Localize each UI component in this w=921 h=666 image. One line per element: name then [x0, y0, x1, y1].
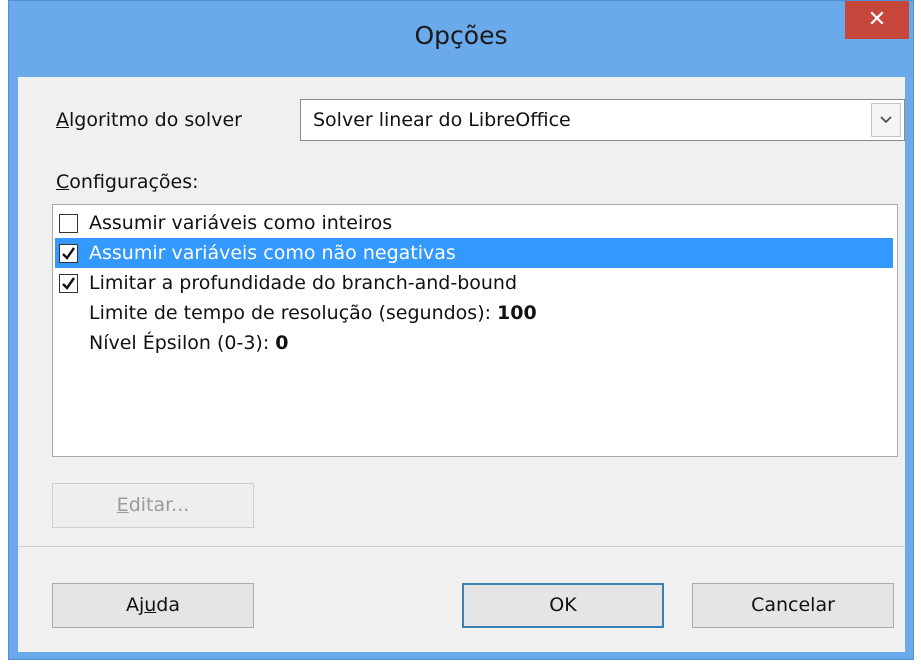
checkbox-checked[interactable] — [59, 244, 78, 263]
option-epsilon-level[interactable]: Nível Épsilon (0-3): 0 — [55, 328, 893, 358]
title-bar[interactable]: Opções ✕ — [9, 1, 913, 77]
option-assume-non-negative[interactable]: Assumir variáveis como não negativas — [55, 238, 893, 268]
cancel-button[interactable]: Cancelar — [692, 583, 894, 628]
settings-label: Configurações: — [56, 171, 199, 193]
help-button[interactable]: Ajuda — [52, 583, 254, 628]
dialog-title: Opções — [414, 21, 508, 50]
option-label: Limite de tempo de resolução (segundos):… — [89, 302, 537, 324]
separator — [18, 546, 905, 547]
solver-algorithm-value: Solver linear do LibreOffice — [313, 109, 571, 131]
close-button[interactable]: ✕ — [845, 1, 909, 39]
option-assume-integers[interactable]: Assumir variáveis como inteiros — [55, 208, 893, 238]
option-label: Nível Épsilon (0-3): 0 — [89, 332, 289, 354]
close-icon: ✕ — [867, 7, 887, 32]
option-time-limit[interactable]: Limite de tempo de resolução (segundos):… — [55, 298, 893, 328]
checkmark-icon — [62, 247, 75, 260]
option-label: Assumir variáveis como inteiros — [89, 212, 393, 234]
option-limit-branch-and-bound[interactable]: Limitar a profundidade do branch-and-bou… — [55, 268, 893, 298]
solver-algorithm-select[interactable]: Solver linear do LibreOffice — [300, 99, 905, 141]
chevron-down-icon — [880, 116, 892, 124]
checkbox-unchecked[interactable] — [59, 214, 78, 233]
option-label: Limitar a profundidade do branch-and-bou… — [89, 272, 518, 294]
settings-list[interactable]: Assumir variáveis como inteiros Assumir … — [52, 204, 898, 457]
options-dialog: Opções ✕ Algoritmo do solver Solver line… — [8, 0, 914, 660]
checkbox-checked[interactable] — [59, 274, 78, 293]
dialog-content: Algoritmo do solver Solver linear do Lib… — [18, 77, 905, 652]
ok-button[interactable]: OK — [462, 583, 664, 628]
edit-button[interactable]: Editar... — [52, 483, 254, 528]
option-value: 0 — [275, 332, 289, 354]
checkmark-icon — [62, 277, 75, 290]
option-value: 100 — [497, 302, 537, 324]
option-label: Assumir variáveis como não negativas — [89, 242, 456, 264]
solver-algorithm-label: Algoritmo do solver — [56, 109, 242, 131]
dropdown-button[interactable] — [871, 103, 901, 137]
